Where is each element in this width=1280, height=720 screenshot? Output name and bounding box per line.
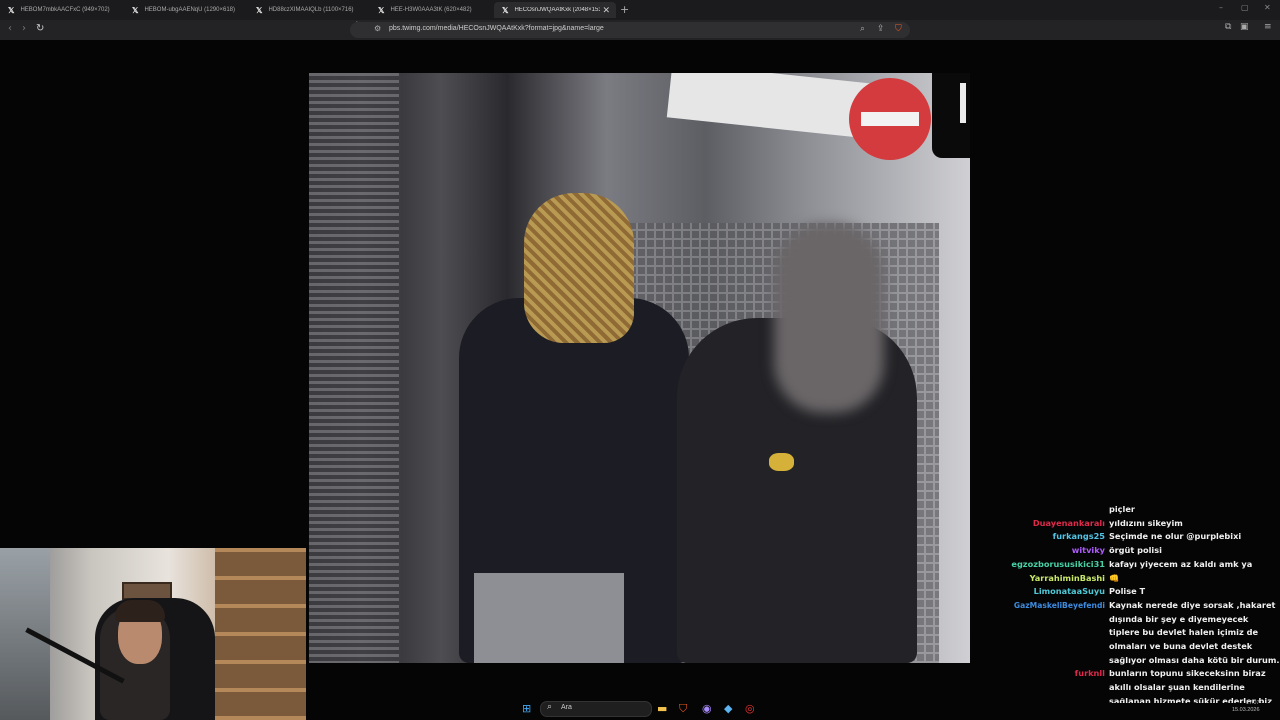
chat-text: Kaynak nerede diye sorsak ,hakaret dışın… (1109, 599, 1280, 665)
taskbar-clock: 17:07 15.03.2026 (1232, 700, 1260, 714)
chat-message: furkangs25 Seçimde ne olur @purplebixi (1000, 530, 1280, 544)
url-bar[interactable]: ⚙ pbs.twimg.com/media/HECOsnJWQAAtKxk?fo… (350, 22, 910, 38)
tab-4[interactable]: 𝕏 HEE-H3W0AAA3tK (620×482) (370, 2, 495, 18)
new-tab-button[interactable]: + (620, 3, 629, 16)
tab-title: HEE-H3W0AAA3tK (620×482) (390, 7, 472, 13)
chat-username (1000, 503, 1109, 517)
clock-time: 17:07 (1245, 700, 1260, 706)
chat-message: egzozborususikici31 kafayı yiyecem az ka… (1000, 558, 1280, 572)
chat-text: örgüt polisi (1109, 545, 1162, 556)
chat-text: yıldızını sikeyim (1109, 517, 1183, 528)
zoom-icon[interactable]: ⌕ (860, 24, 865, 34)
chat-text: piçler (1109, 504, 1135, 514)
steam-icon[interactable]: ◆ (724, 702, 732, 715)
chat-message: witviky örgüt polisi (1000, 544, 1280, 558)
chat-username: furkangs25 (1052, 531, 1105, 542)
extensions-icon[interactable]: ⧉ (1225, 22, 1231, 32)
blurred-face-region (774, 223, 884, 413)
maximize-button[interactable]: ▢ (1241, 3, 1249, 12)
photo-hand-region (769, 453, 794, 471)
x-logo-icon: 𝕏 (378, 5, 385, 15)
search-icon: ⌕ (547, 702, 553, 712)
no-entry-sign-region (849, 78, 931, 160)
displayed-photo (309, 73, 970, 663)
x-logo-icon: 𝕏 (132, 5, 139, 15)
chat-message: LimonataaSuyu Polise T (1000, 585, 1280, 599)
chat-message: Duayenankaralı yıldızını sikeyim (1000, 517, 1280, 531)
chat-username: egzozborususikici31 (1011, 558, 1105, 569)
chat-text: kafayı yiyecem az kaldı amk ya (1109, 558, 1253, 569)
chat-username: witviky (1071, 545, 1105, 556)
address-toolbar: ‹ › ↻ 🔖︎ ⚙ pbs.twimg.com/media/HECOsnJWQ… (0, 20, 1280, 40)
brave-browser-icon[interactable]: ⛉ (679, 702, 687, 716)
photo-shutter-region (309, 73, 399, 663)
browser-tab-bar: 𝕏 HEBOM7mbkAACFxC (949×702) 𝕏 HEBOM-ubgA… (0, 0, 1280, 20)
x-logo-icon: 𝕏 (502, 5, 509, 15)
photo-person-left-legs (474, 573, 624, 663)
tab-1[interactable]: 𝕏 HEBOM7mbkAACFxC (949×702) (0, 2, 125, 18)
chat-text: 👊 (1109, 572, 1120, 583)
chat-message: YarrahiminBashi 👊 (1000, 572, 1280, 586)
obs-icon[interactable]: ◎ (745, 702, 755, 715)
share-icon[interactable]: ⇪ (877, 24, 885, 34)
clock-date: 15.03.2026 (1232, 707, 1260, 713)
webcam-overlay (0, 548, 306, 720)
chat-username: GazMaskeliBeyefendi (1013, 600, 1105, 610)
tab-title: HECOsnJWQAAtKxk (2048×1536) (514, 7, 601, 13)
back-icon[interactable]: ‹ (8, 23, 12, 34)
chat-username: LimonataaSuyu (1033, 586, 1105, 597)
discord-icon[interactable]: ◉ (702, 702, 712, 715)
chat-username: Duayenankaralı (1032, 517, 1105, 528)
tab-2[interactable]: 𝕏 HEBOM-ubgAAENqU (1290×618) (124, 2, 249, 18)
tab-3[interactable]: 𝕏 HD88czXIMAAIQLb (1100×716) (248, 2, 373, 18)
minimize-button[interactable]: – (1219, 3, 1223, 12)
chat-text: Seçimde ne olur @purplebixi (1109, 531, 1242, 542)
forward-icon[interactable]: › (22, 23, 26, 34)
x-logo-icon: 𝕏 (256, 5, 263, 15)
windows-start-icon[interactable]: ⊞ (522, 702, 531, 715)
tab-title: HEBOM-ubgAAENqU (1290×618) (144, 7, 235, 13)
brave-shield-icon[interactable]: ⛉ (895, 24, 902, 34)
close-tab-icon[interactable]: ✕ (602, 5, 610, 16)
webcam-streamer-hair (115, 600, 165, 622)
chat-username: YarrahiminBashi (1029, 572, 1105, 583)
tab-title: HD88czXIMAAIQLb (1100×716) (268, 7, 354, 13)
file-explorer-icon[interactable]: ▬ (657, 702, 667, 715)
reload-icon[interactable]: ↻ (36, 23, 44, 34)
window-close-button[interactable]: ✕ (1264, 3, 1271, 12)
chat-message: GazMaskeliBeyefendi Kaynak nerede diye s… (1000, 599, 1280, 668)
taskbar-search-text: Ara (561, 704, 572, 711)
webcam-window (0, 548, 50, 720)
sidebar-icon[interactable]: ▣ (1240, 22, 1249, 32)
tab-title: HEBOM7mbkAACFxC (949×702) (20, 7, 110, 13)
tab-5-active[interactable]: 𝕏 HECOsnJWQAAtKxk (2048×1536) ✕ (494, 2, 616, 18)
x-logo-icon: 𝕏 (8, 5, 15, 15)
chat-text: Polise T (1109, 586, 1146, 597)
photo-corner-overlay (932, 73, 970, 158)
photo-scarf-head (524, 193, 634, 343)
webcam-bookshelf (215, 548, 306, 720)
taskbar-search[interactable]: ⌕ Ara (540, 701, 652, 717)
chat-message: piçler (1000, 503, 1280, 517)
site-settings-icon[interactable]: ⚙ (374, 24, 381, 33)
url-text[interactable]: pbs.twimg.com/media/HECOsnJWQAAtKxk?form… (389, 25, 604, 32)
stream-chat-overlay: piçler Duayenankaralı yıldızını sikeyim … (1000, 503, 1280, 703)
menu-icon[interactable]: ≡ (1264, 22, 1272, 32)
